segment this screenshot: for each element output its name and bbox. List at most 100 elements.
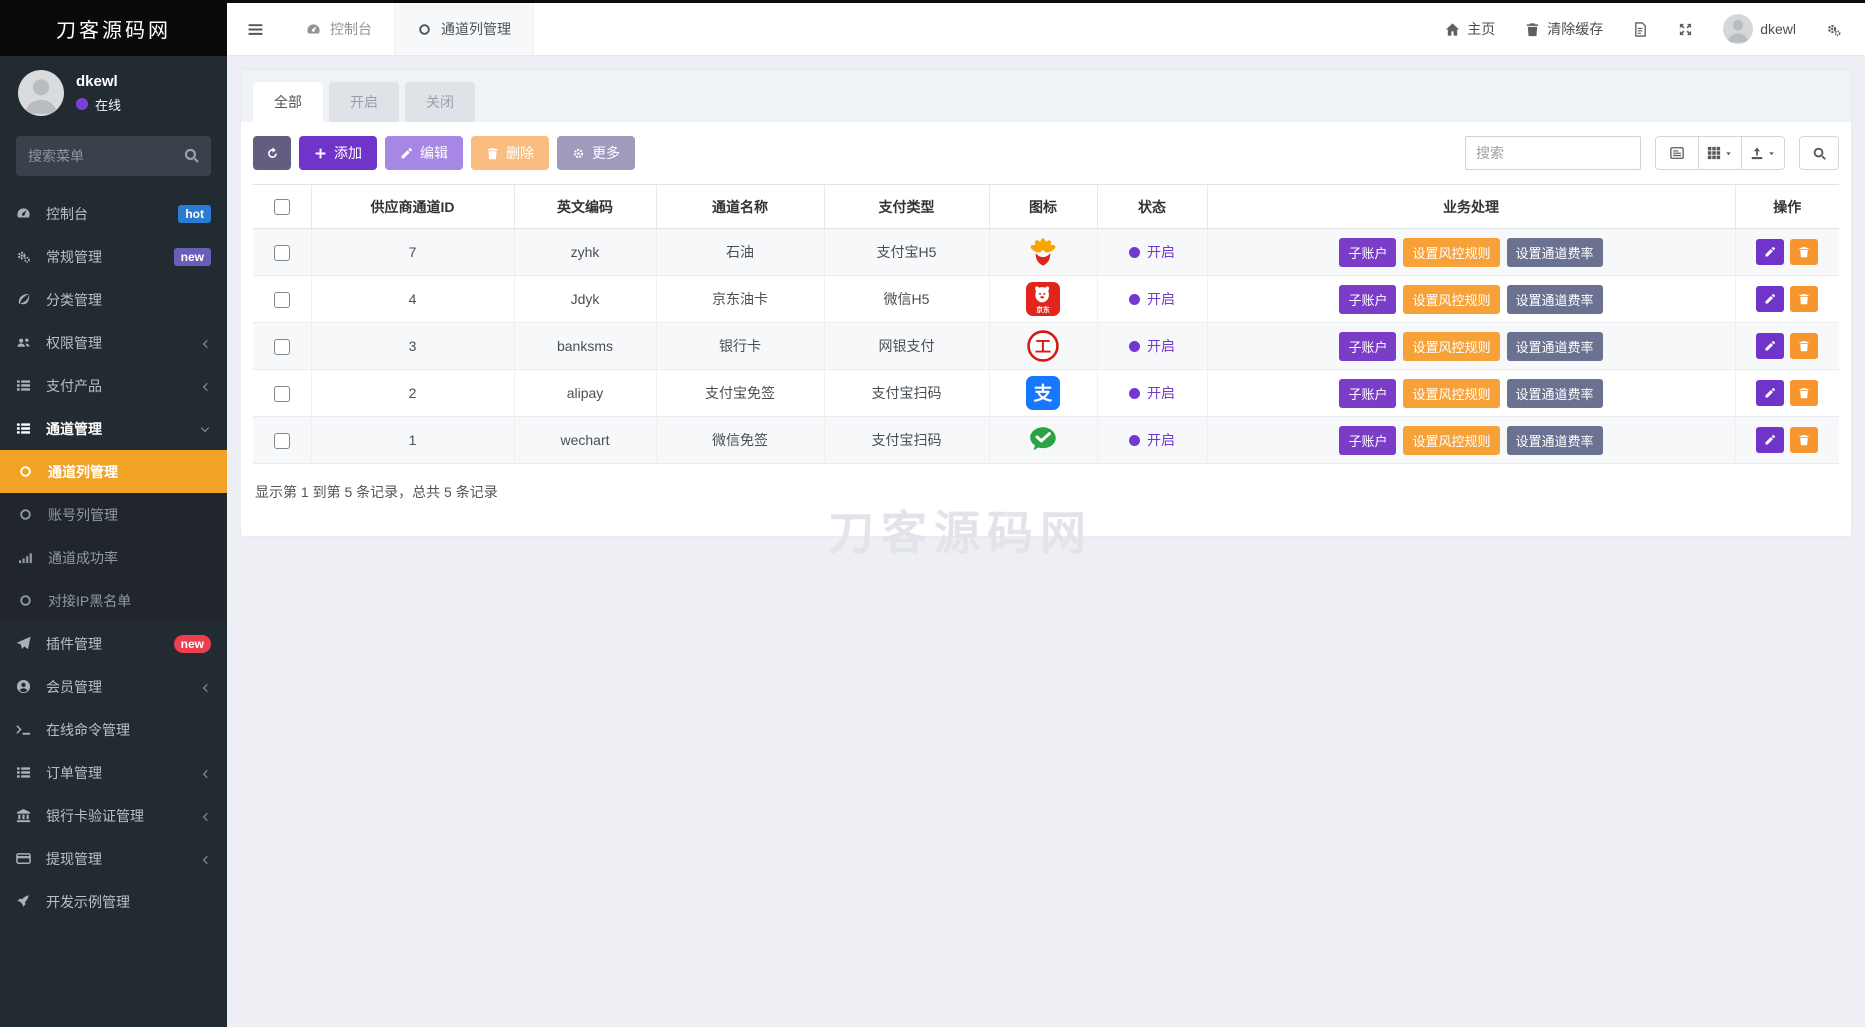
- language-switch-icon[interactable]: [1633, 22, 1648, 37]
- search-toggle-button[interactable]: [1799, 136, 1839, 170]
- business-badge[interactable]: 设置风控规则: [1403, 332, 1499, 361]
- user-menu[interactable]: dkewl: [1723, 14, 1796, 44]
- sidebar-item-dev-example[interactable]: 开发示例管理: [0, 880, 227, 923]
- chevron-left-icon: [199, 767, 211, 779]
- row-checkbox[interactable]: [274, 433, 290, 449]
- row-delete-button[interactable]: [1790, 286, 1818, 312]
- status-label: 开启: [1147, 289, 1175, 309]
- table-search-input[interactable]: [1465, 136, 1641, 170]
- columns-button[interactable]: [1698, 136, 1742, 170]
- sidebar-item-permission[interactable]: 权限管理: [0, 321, 227, 364]
- clear-cache-label: 清除缓存: [1547, 19, 1603, 39]
- sidebar-search-input[interactable]: [16, 136, 211, 176]
- row-status-cell: 开启: [1097, 276, 1207, 323]
- row-delete-button[interactable]: [1790, 333, 1818, 359]
- row-actions-cell: [1735, 370, 1839, 417]
- sidebar-toggle-icon[interactable]: [227, 3, 284, 55]
- business-badge[interactable]: 设置通道费率: [1507, 285, 1603, 314]
- business-badge[interactable]: 子账户: [1339, 426, 1396, 455]
- business-badge[interactable]: 设置风控规则: [1403, 426, 1499, 455]
- row-pay-type: 微信H5: [824, 276, 989, 323]
- delete-button[interactable]: 删除: [471, 136, 549, 170]
- tab-closed[interactable]: 关闭: [405, 82, 475, 122]
- row-edit-button[interactable]: [1756, 239, 1784, 265]
- fullscreen-icon[interactable]: [1678, 22, 1693, 37]
- sidebar-item-online-command[interactable]: 在线命令管理: [0, 708, 227, 751]
- business-badge[interactable]: 设置风控规则: [1403, 285, 1499, 314]
- sidebar-item-plugin[interactable]: 插件管理new: [0, 622, 227, 665]
- row-checkbox[interactable]: [274, 292, 290, 308]
- sidebar-item-general[interactable]: 常规管理new: [0, 235, 227, 278]
- row-status-cell: 开启: [1097, 229, 1207, 276]
- row-delete-button[interactable]: [1790, 427, 1818, 453]
- business-badge[interactable]: 设置通道费率: [1507, 238, 1603, 267]
- user-name: dkewl: [76, 73, 121, 90]
- sidebar-item-label: 插件管理: [46, 634, 102, 654]
- record-count-text: 显示第 1 到第 5 条记录，总共 5 条记录: [253, 482, 1839, 502]
- nav-tab-dashboard[interactable]: 控制台: [284, 3, 394, 55]
- row-checkbox[interactable]: [274, 245, 290, 261]
- caret-down-icon: [1767, 145, 1776, 161]
- gears-icon: [16, 249, 34, 264]
- row-actions-cell: [1735, 323, 1839, 370]
- more-button[interactable]: 更多: [557, 136, 635, 170]
- business-badge[interactable]: 子账户: [1339, 379, 1396, 408]
- sidebar-item-channel-success-rate[interactable]: 通道成功率: [0, 536, 227, 579]
- settings-gears-icon[interactable]: [1826, 22, 1841, 37]
- sidebar-item-pay-product[interactable]: 支付产品: [0, 364, 227, 407]
- business-badge[interactable]: 设置通道费率: [1507, 332, 1603, 361]
- business-badge[interactable]: 设置通道费率: [1507, 379, 1603, 408]
- trash-icon: [486, 147, 499, 160]
- sidebar-item-member[interactable]: 会员管理: [0, 665, 227, 708]
- row-edit-button[interactable]: [1756, 333, 1784, 359]
- row-delete-button[interactable]: [1790, 380, 1818, 406]
- leaf-icon: [16, 292, 34, 307]
- row-business-cell: 子账户设置风控规则设置通道费率: [1207, 417, 1735, 464]
- search-icon[interactable]: [183, 147, 200, 164]
- row-checkbox[interactable]: [274, 386, 290, 402]
- business-badge[interactable]: 子账户: [1339, 285, 1396, 314]
- sidebar-search: [16, 136, 211, 176]
- home-link[interactable]: 主页: [1445, 19, 1495, 39]
- business-badge[interactable]: 设置风控规则: [1403, 238, 1499, 267]
- svg-text:工: 工: [1035, 338, 1051, 356]
- circle-icon: [18, 464, 36, 479]
- business-badge[interactable]: 设置风控规则: [1403, 379, 1499, 408]
- row-edit-button[interactable]: [1756, 286, 1784, 312]
- sidebar-item-channel-list[interactable]: 通道列管理: [0, 450, 227, 493]
- refresh-button[interactable]: [253, 136, 291, 170]
- sidebar-item-account-list[interactable]: 账号列管理: [0, 493, 227, 536]
- detail-view-button[interactable]: [1655, 136, 1699, 170]
- row-icon-cell: 工: [989, 323, 1097, 370]
- column-header: 支付类型: [824, 185, 989, 229]
- circle-icon: [18, 593, 36, 608]
- sidebar-item-label: 账号列管理: [48, 505, 118, 525]
- business-badge[interactable]: 子账户: [1339, 332, 1396, 361]
- plane-icon: [16, 636, 34, 651]
- sidebar-item-channel[interactable]: 通道管理: [0, 407, 227, 450]
- add-button[interactable]: 添加: [299, 136, 377, 170]
- channel-list-card: 全部 开启 关闭 添加: [241, 70, 1851, 536]
- chevron-left-icon: [199, 810, 211, 822]
- row-delete-button[interactable]: [1790, 239, 1818, 265]
- export-button[interactable]: [1741, 136, 1785, 170]
- sidebar-item-label: 银行卡验证管理: [46, 806, 144, 826]
- sidebar-item-withdraw[interactable]: 提现管理: [0, 837, 227, 880]
- business-badge[interactable]: 设置通道费率: [1507, 426, 1603, 455]
- select-all-checkbox[interactable]: [274, 199, 290, 215]
- sidebar-item-order[interactable]: 订单管理: [0, 751, 227, 794]
- sidebar-item-ip-blacklist[interactable]: 对接IP黑名单: [0, 579, 227, 622]
- row-checkbox[interactable]: [274, 339, 290, 355]
- tab-open[interactable]: 开启: [329, 82, 399, 122]
- tab-all[interactable]: 全部: [253, 82, 323, 122]
- sidebar-item-dashboard[interactable]: 控制台hot: [0, 192, 227, 235]
- edit-button[interactable]: 编辑: [385, 136, 463, 170]
- sidebar-item-label: 在线命令管理: [46, 720, 130, 740]
- business-badge[interactable]: 子账户: [1339, 238, 1396, 267]
- nav-tab-channel-list[interactable]: 通道列管理: [394, 3, 534, 55]
- clear-cache-link[interactable]: 清除缓存: [1525, 19, 1603, 39]
- row-edit-button[interactable]: [1756, 380, 1784, 406]
- row-edit-button[interactable]: [1756, 427, 1784, 453]
- sidebar-item-bankcard-verify[interactable]: 银行卡验证管理: [0, 794, 227, 837]
- sidebar-item-category[interactable]: 分类管理: [0, 278, 227, 321]
